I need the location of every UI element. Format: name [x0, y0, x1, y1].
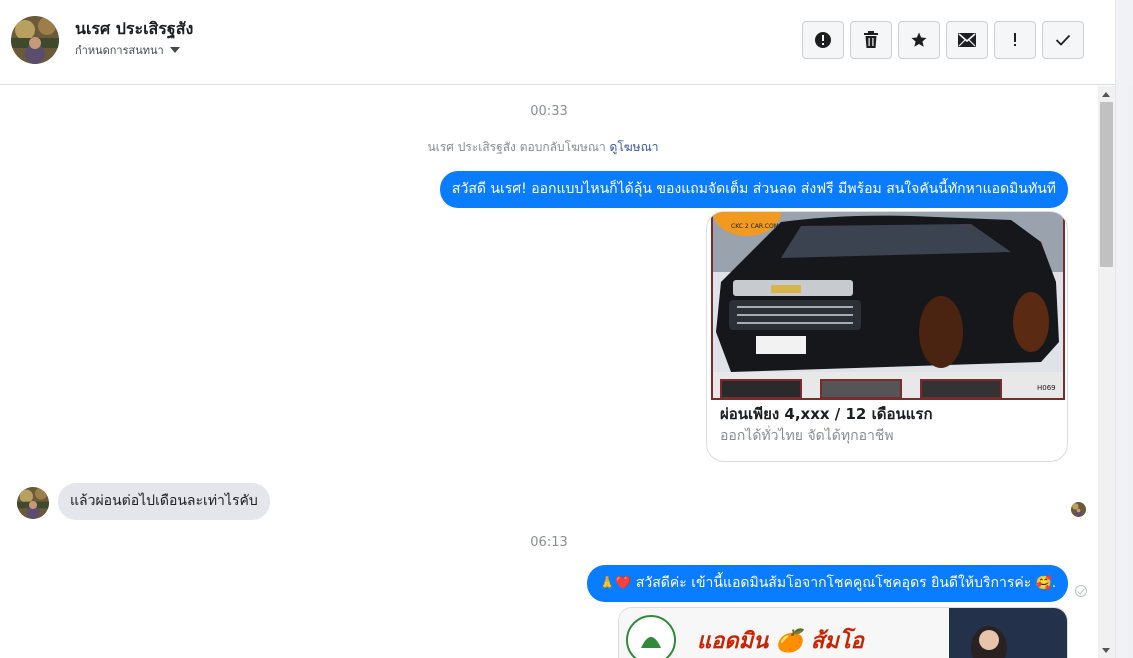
- seen-avatar: [1071, 502, 1086, 517]
- schedule-dropdown[interactable]: กำหนดการสนทนา: [75, 41, 180, 59]
- ad-reply-text: นเรศ ประเสิรฐสัง ตอบกลับโฆษณา: [427, 140, 606, 154]
- star-icon: [911, 32, 927, 47]
- mark-unread-button[interactable]: [946, 21, 988, 59]
- banner-text: แอดมิน 🍊 ส้มโอ: [697, 629, 864, 654]
- view-ad-link[interactable]: ดูโฆษณา: [610, 140, 659, 154]
- trash-icon: [864, 31, 878, 48]
- exclamation-icon: [1014, 33, 1016, 46]
- car-image: CKC 2 CAR.COM H069: [711, 212, 1065, 400]
- right-panel-edge: [1115, 0, 1133, 658]
- sent-status-icon: [1075, 585, 1087, 597]
- report-button[interactable]: [802, 21, 844, 59]
- thread-scrollbar[interactable]: [1098, 86, 1115, 658]
- message-text: สวัสดีค่ะ เข้านี้แอดมินส้มโอจากโชคคูณโชค…: [635, 575, 1032, 591]
- message-thread[interactable]: 00:33 นเรศ ประเสิรฐสัง ตอบกลับโฆษณา ดูโฆ…: [0, 86, 1098, 658]
- message-emoji-prefix: 🙏❤️: [598, 576, 632, 591]
- timestamp: 00:33: [530, 104, 568, 119]
- ad-tag-text: H069: [1037, 384, 1056, 392]
- contact-name[interactable]: นเรศ ประเสิรฐสัง: [75, 17, 193, 42]
- ad-card-subtitle: ออกได้ทั่วไทย จัดได้ทุกอาชีพ: [720, 428, 894, 444]
- schedule-label: กำหนดการสนทนา: [75, 44, 164, 57]
- ad-reply-note: นเรศ ประเสิรฐสัง ตอบกลับโฆษณา ดูโฆษณา: [0, 138, 1086, 157]
- outgoing-message[interactable]: สวัสดี นเรศ! ออกแบบไหนก็ได้ลุ้น ของแถมจั…: [439, 171, 1068, 208]
- outgoing-message[interactable]: 🙏❤️ สวัสดีค่ะ เข้านี้แอดมินส้มโอจากโชคคู…: [586, 565, 1068, 602]
- scroll-down-arrow-icon[interactable]: [1102, 648, 1110, 653]
- contact-avatar[interactable]: [11, 16, 59, 64]
- checkmark-icon: [1055, 34, 1071, 46]
- ad-card-title: ผ่อนเพียง 4,xxx / 12 เดือนแรก: [720, 405, 933, 423]
- timestamp: 06:13: [530, 535, 568, 550]
- star-button[interactable]: [898, 21, 940, 59]
- scroll-thumb[interactable]: [1100, 102, 1113, 267]
- admin-banner-image[interactable]: แอดมิน 🍊 ส้มโอ: [618, 607, 1068, 658]
- delete-button[interactable]: [850, 21, 892, 59]
- spam-button[interactable]: [994, 21, 1036, 59]
- conversation-toolbar: [802, 21, 1084, 59]
- ad-card[interactable]: CKC 2 CAR.COM H069 ผ่อนเพียง 4,xxx / 12 …: [706, 211, 1068, 462]
- scroll-up-arrow-icon[interactable]: [1102, 92, 1110, 97]
- done-button[interactable]: [1042, 21, 1084, 59]
- envelope-icon: [958, 33, 976, 47]
- message-emoji-suffix: 🥰.: [1035, 576, 1056, 591]
- exclamation-circle-icon: [815, 32, 831, 48]
- contact-message-avatar: [17, 487, 49, 519]
- caret-down-icon: [169, 47, 180, 53]
- inbox-page: นเรศ ประเสิรฐสัง กำหนดการสนทนา 00:33 นเร…: [0, 0, 1133, 658]
- panel-divider: [1128, 85, 1133, 658]
- conversation-header: นเรศ ประเสิรฐสัง กำหนดการสนทนา: [0, 0, 1115, 85]
- incoming-message[interactable]: แล้วผ่อนต่อไปเดือนละเท่าไรคับ: [58, 483, 270, 520]
- ad-logo-text: CKC 2 CAR.COM: [731, 223, 779, 230]
